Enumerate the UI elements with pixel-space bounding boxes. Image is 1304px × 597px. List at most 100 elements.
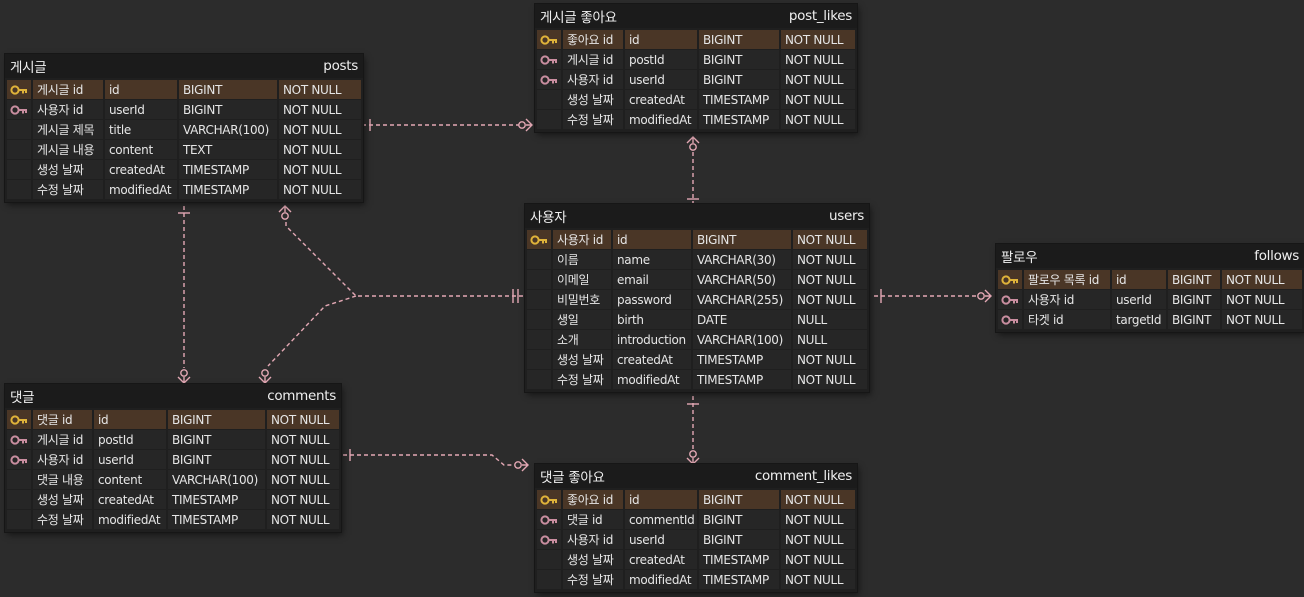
table-comment-likes[interactable]: 댓글 좋아요 comment_likes 좋아요 id id BIGINT NOT NUL…	[535, 464, 857, 592]
column-constraint: NOT NULL	[793, 270, 867, 289]
table-users[interactable]: 사용자 users 사용자 id id BIGINT NOT NULL 이름 name VARC…	[525, 204, 869, 392]
column-label: 비밀번호	[553, 290, 611, 309]
column-name: postId	[94, 430, 166, 449]
table-row[interactable]: 게시글 제목 title VARCHAR(100) NOT NULL	[7, 120, 361, 139]
pink-key-icon	[1001, 294, 1019, 305]
column-label: 생성 날짜	[33, 490, 92, 509]
column-constraint: NOT NULL	[781, 530, 855, 549]
relation-users-posts	[285, 218, 523, 297]
pink-key-icon	[1001, 314, 1019, 325]
table-row[interactable]: 사용자 id userId BIGINT NOT NULL	[537, 530, 855, 549]
pink-key-icon	[540, 74, 558, 85]
column-type: BIGINT	[1168, 290, 1220, 309]
column-name: email	[613, 270, 691, 289]
key-cell	[537, 510, 561, 529]
table-row[interactable]: 사용자 id userId BIGINT NOT NULL	[7, 450, 339, 469]
key-cell	[527, 370, 551, 389]
table-header[interactable]: 게시글 좋아요 post_likes	[535, 4, 857, 28]
table-row[interactable]: 이메일 email VARCHAR(50) NOT NULL	[527, 270, 867, 289]
table-comments[interactable]: 댓글 comments 댓글 id id BIGINT NOT NULL 게시글 id pos…	[5, 384, 341, 532]
table-posts[interactable]: 게시글 posts 게시글 id id BIGINT NOT NULL 사용자 id user…	[5, 54, 363, 202]
table-header[interactable]: 게시글 posts	[5, 54, 363, 78]
key-cell	[7, 120, 31, 139]
table-post-likes[interactable]: 게시글 좋아요 post_likes 좋아요 id id BIGINT NOT NULL 게…	[535, 4, 857, 132]
table-row[interactable]: 수정 날짜 modifiedAt TIMESTAMP NOT NULL	[7, 510, 339, 529]
table-row[interactable]: 댓글 id id BIGINT NOT NULL	[7, 410, 339, 429]
key-cell	[537, 110, 561, 129]
column-constraint: NOT NULL	[279, 180, 361, 199]
table-header[interactable]: 댓글 comments	[5, 384, 341, 408]
table-row[interactable]: 수정 날짜 modifiedAt TIMESTAMP NOT NULL	[537, 110, 855, 129]
column-name: modifiedAt	[625, 570, 697, 589]
key-cell	[537, 490, 561, 509]
key-cell	[537, 530, 561, 549]
column-type: TIMESTAMP	[168, 490, 265, 509]
table-row[interactable]: 게시글 내용 content TEXT NOT NULL	[7, 140, 361, 159]
table-row[interactable]: 수정 날짜 modifiedAt TIMESTAMP NOT NULL	[7, 180, 361, 199]
table-row[interactable]: 수정 날짜 modifiedAt TIMESTAMP NOT NULL	[527, 370, 867, 389]
column-constraint: NOT NULL	[267, 450, 339, 469]
column-label: 좋아요 id	[563, 490, 623, 509]
column-name: commentId	[625, 510, 697, 529]
column-constraint: NOT NULL	[781, 90, 855, 109]
column-constraint: NOT NULL	[781, 70, 855, 89]
key-cell	[527, 290, 551, 309]
table-header[interactable]: 팔로우 follows	[996, 244, 1304, 268]
column-name: userId	[625, 70, 697, 89]
table-row[interactable]: 생일 birth DATE NULL	[527, 310, 867, 329]
column-type: VARCHAR(100)	[179, 120, 277, 139]
column-label: 생일	[553, 310, 611, 329]
column-constraint: NOT NULL	[793, 370, 867, 389]
column-type: BIGINT	[1168, 310, 1220, 329]
table-row[interactable]: 좋아요 id id BIGINT NOT NULL	[537, 30, 855, 49]
table-row[interactable]: 생성 날짜 createdAt TIMESTAMP NOT NULL	[7, 490, 339, 509]
relation-comments-comment-likes	[343, 454, 515, 466]
table-row[interactable]: 비밀번호 password VARCHAR(255) NOT NULL	[527, 290, 867, 309]
table-row[interactable]: 사용자 id userId BIGINT NOT NULL	[7, 100, 361, 119]
table-name: users	[829, 208, 864, 224]
gold-key-icon	[1001, 274, 1019, 285]
table-row[interactable]: 생성 날짜 createdAt TIMESTAMP NOT NULL	[537, 90, 855, 109]
table-follows[interactable]: 팔로우 follows 팔로우 목록 id id BIGINT NOT NULL 사용자 i…	[996, 244, 1304, 332]
table-row[interactable]: 사용자 id id BIGINT NOT NULL	[527, 230, 867, 249]
table-row[interactable]: 사용자 id userId BIGINT NOT NULL	[537, 70, 855, 89]
table-row[interactable]: 댓글 내용 content VARCHAR(100) NOT NULL	[7, 470, 339, 489]
column-label: 사용자 id	[33, 450, 92, 469]
table-row[interactable]: 사용자 id userId BIGINT NOT NULL	[998, 290, 1302, 309]
table-row[interactable]: 게시글 id id BIGINT NOT NULL	[7, 80, 361, 99]
key-cell	[527, 250, 551, 269]
table-row[interactable]: 생성 날짜 createdAt TIMESTAMP NOT NULL	[537, 550, 855, 569]
table-row[interactable]: 소개 introduction VARCHAR(100) NULL	[527, 330, 867, 349]
column-constraint: NOT NULL	[781, 50, 855, 69]
column-name: createdAt	[625, 90, 697, 109]
table-row[interactable]: 타겟 id targetId BIGINT NOT NULL	[998, 310, 1302, 329]
table-row[interactable]: 이름 name VARCHAR(30) NOT NULL	[527, 250, 867, 269]
column-type: BIGINT	[168, 430, 265, 449]
column-label: 사용자 id	[33, 100, 103, 119]
gold-key-icon	[540, 494, 558, 505]
column-label: 소개	[553, 330, 611, 349]
table-title: 사용자	[530, 210, 567, 226]
key-cell	[7, 80, 31, 99]
column-type: TIMESTAMP	[179, 180, 277, 199]
table-row[interactable]: 수정 날짜 modifiedAt TIMESTAMP NOT NULL	[537, 570, 855, 589]
column-constraint: NOT NULL	[1222, 270, 1302, 289]
table-row[interactable]: 게시글 id postId BIGINT NOT NULL	[7, 430, 339, 449]
column-name: id	[613, 230, 691, 249]
table-row[interactable]: 생성 날짜 createdAt TIMESTAMP NOT NULL	[527, 350, 867, 369]
table-header[interactable]: 댓글 좋아요 comment_likes	[535, 464, 857, 488]
column-type: BIGINT	[699, 70, 779, 89]
relation-users-comments	[267, 295, 357, 367]
column-name: targetId	[1112, 310, 1166, 329]
table-row[interactable]: 생성 날짜 createdAt TIMESTAMP NOT NULL	[7, 160, 361, 179]
table-row[interactable]: 게시글 id postId BIGINT NOT NULL	[537, 50, 855, 69]
table-row[interactable]: 팔로우 목록 id id BIGINT NOT NULL	[998, 270, 1302, 289]
column-type: VARCHAR(100)	[168, 470, 265, 489]
key-cell	[527, 330, 551, 349]
column-name: modifiedAt	[613, 370, 691, 389]
table-header[interactable]: 사용자 users	[525, 204, 869, 228]
table-row[interactable]: 좋아요 id id BIGINT NOT NULL	[537, 490, 855, 509]
table-row[interactable]: 댓글 id commentId BIGINT NOT NULL	[537, 510, 855, 529]
column-name: id	[625, 30, 697, 49]
column-type: VARCHAR(100)	[693, 330, 791, 349]
